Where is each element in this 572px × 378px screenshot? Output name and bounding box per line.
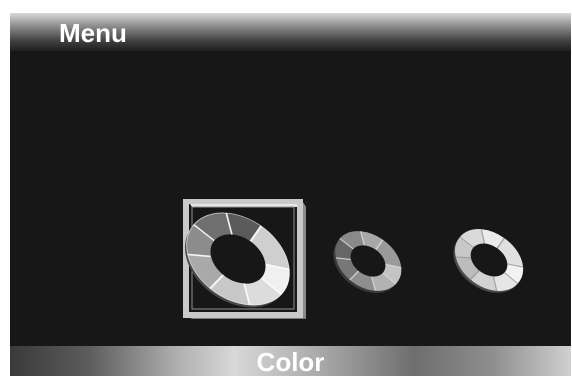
color-wheel-icon — [453, 229, 524, 293]
menu-item-color[interactable] — [182, 199, 308, 321]
menu-item-2[interactable] — [330, 225, 406, 297]
page-title: Menu — [59, 18, 127, 48]
title-bar: Menu — [10, 13, 571, 51]
color-wheel-icon — [333, 231, 402, 293]
color-wheel-icon — [184, 212, 290, 308]
menu-screen: Menu Color — [10, 13, 571, 376]
selected-item-label: Color — [256, 347, 325, 376]
selection-label-bar: Color — [10, 346, 571, 376]
menu-content — [10, 51, 571, 346]
menu-item-3[interactable] — [450, 223, 528, 297]
